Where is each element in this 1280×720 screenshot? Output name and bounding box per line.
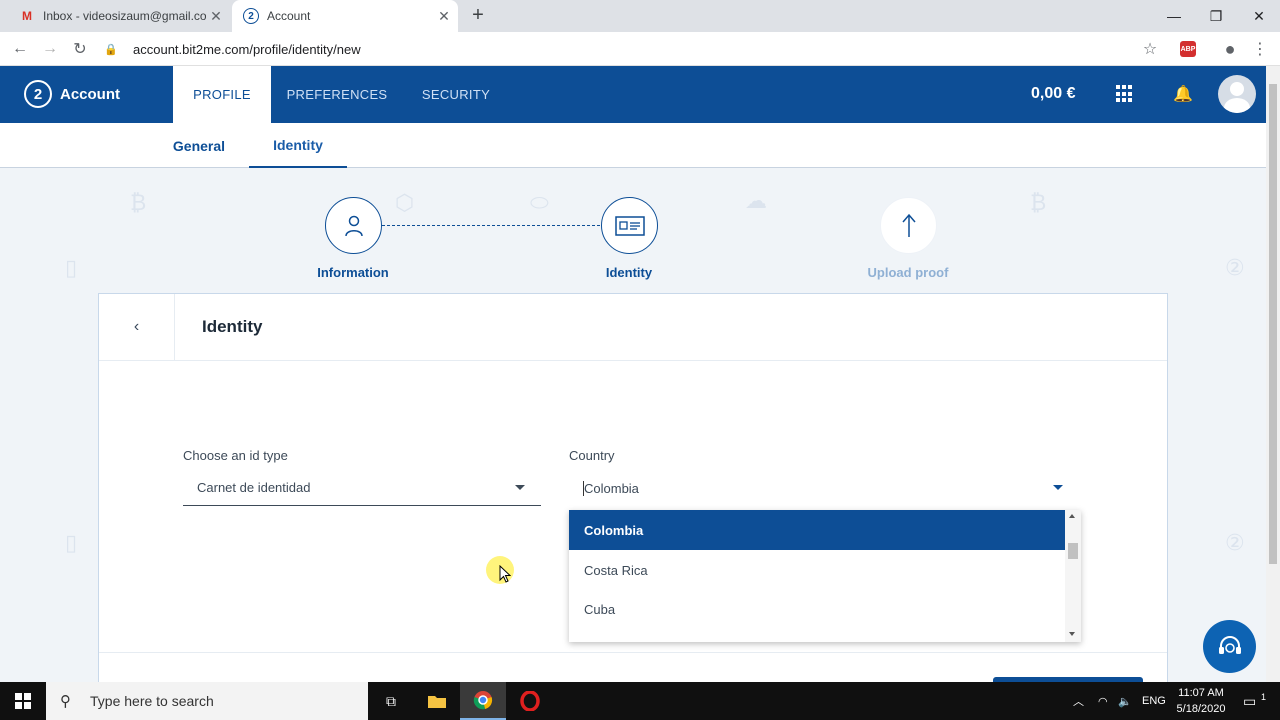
scroll-thumb[interactable] bbox=[1269, 84, 1277, 564]
profile-icon[interactable]: ● bbox=[1219, 38, 1241, 60]
coin-icon: ⬭ bbox=[530, 190, 549, 215]
tab-title: Account bbox=[267, 9, 311, 23]
cube-icon: ⬡ bbox=[395, 190, 415, 215]
country-value: Colombia bbox=[583, 480, 639, 496]
upload-arrow-icon bbox=[880, 197, 937, 254]
chrome-icon[interactable] bbox=[460, 682, 506, 720]
subtab-general[interactable]: General bbox=[160, 123, 238, 168]
url-text: account.bit2me.com/profile/identity/new bbox=[133, 41, 361, 57]
close-icon[interactable]: ✕ bbox=[434, 8, 454, 25]
card-footer-divider bbox=[99, 652, 1167, 653]
browser-toolbar: ← → ↻ 🔒 account.bit2me.com/profile/ident… bbox=[0, 32, 1280, 66]
taskbar-search[interactable]: ⚲ Type here to search bbox=[46, 682, 368, 720]
logo-icon: 2 bbox=[24, 80, 52, 108]
windows-taskbar: ⚲ Type here to search ⧉ ︿ ◠ 🔈 ENG 11:07 … bbox=[0, 682, 1280, 720]
step-label-identity: Identity bbox=[605, 265, 653, 280]
forward-arrow-icon[interactable]: → bbox=[39, 38, 61, 60]
country-label: Country bbox=[569, 448, 615, 463]
restore-icon[interactable]: ❐ bbox=[1193, 0, 1239, 32]
step-label-information: Information bbox=[317, 265, 389, 280]
bitcoin-icon: ₿ bbox=[130, 190, 147, 215]
headset-icon bbox=[1218, 635, 1241, 654]
scroll-thumb[interactable] bbox=[1068, 543, 1078, 559]
tab-preferences[interactable]: PREFERENCES bbox=[280, 66, 394, 123]
support-chat-button[interactable] bbox=[1203, 620, 1256, 673]
tab-gmail[interactable]: M Inbox - videosizaum@gmail.com ✕ bbox=[8, 0, 230, 32]
clock-time: 11:07 AM bbox=[1178, 687, 1224, 699]
new-tab-button[interactable]: + bbox=[468, 4, 488, 27]
balance[interactable]: 0,00 € bbox=[1031, 85, 1075, 103]
bitcoin-icon: ₿ bbox=[1030, 190, 1047, 215]
country-dropdown: Colombia Costa Rica Cuba bbox=[569, 510, 1081, 642]
step-label-upload-proof: Upload proof bbox=[867, 265, 949, 280]
person-icon bbox=[325, 197, 382, 254]
browser-tab-bar: M Inbox - videosizaum@gmail.com ✕ 2 Acco… bbox=[0, 0, 1280, 32]
country-select[interactable]: Colombia bbox=[569, 470, 1081, 506]
address-bar[interactable]: 🔒 account.bit2me.com/profile/identity/ne… bbox=[104, 36, 1168, 62]
back-button[interactable]: ‹ bbox=[99, 294, 175, 360]
language-indicator[interactable]: ENG bbox=[1142, 682, 1166, 720]
clock-date: 5/18/2020 bbox=[1176, 703, 1226, 715]
phone-icon: ▯ bbox=[65, 255, 78, 280]
notification-icon[interactable]: ▭ bbox=[1243, 682, 1256, 720]
id-card-icon bbox=[601, 197, 658, 254]
coin-icon: ② bbox=[1225, 255, 1245, 280]
card-title: Identity bbox=[202, 317, 263, 336]
logo[interactable]: 2 Account bbox=[24, 80, 120, 108]
tab-title: Inbox - videosizaum@gmail.com bbox=[43, 9, 206, 23]
close-icon[interactable]: ✕ bbox=[206, 8, 226, 25]
search-icon: ⚲ bbox=[60, 693, 71, 710]
search-placeholder: Type here to search bbox=[90, 693, 214, 709]
chevron-down-icon bbox=[515, 485, 525, 490]
close-window-icon[interactable]: ✕ bbox=[1236, 0, 1280, 32]
id-type-select[interactable]: Carnet de identidad bbox=[183, 470, 541, 506]
bit2me-icon: 2 bbox=[243, 8, 259, 24]
app-header: 2 Account PROFILE PREFERENCES SECURITY 0… bbox=[0, 66, 1266, 123]
step-connector bbox=[382, 225, 600, 226]
opera-icon[interactable] bbox=[507, 682, 553, 720]
coin-icon: ② bbox=[1225, 530, 1245, 555]
avatar[interactable] bbox=[1218, 75, 1256, 113]
bookmark-star-icon[interactable]: ☆ bbox=[1139, 38, 1161, 60]
minimize-icon[interactable]: — bbox=[1151, 0, 1197, 32]
notification-count: 1 bbox=[1261, 692, 1267, 702]
gmail-icon: M bbox=[22, 9, 32, 23]
back-arrow-icon[interactable]: ← bbox=[9, 38, 31, 60]
adblock-icon[interactable]: ABP bbox=[1180, 41, 1196, 57]
dropdown-option[interactable]: Costa Rica bbox=[569, 550, 1065, 590]
tab-account[interactable]: 2 Account ✕ bbox=[232, 0, 458, 32]
page-scrollbar[interactable] bbox=[1266, 66, 1280, 682]
scroll-up-icon[interactable] bbox=[1069, 514, 1075, 518]
cloud-icon: ☁ bbox=[745, 188, 767, 213]
card-header: ‹ Identity bbox=[99, 294, 1167, 361]
dropdown-option[interactable]: Cuba bbox=[569, 589, 1065, 629]
apps-grid-icon[interactable] bbox=[1116, 85, 1134, 103]
phone-icon: ▯ bbox=[65, 530, 78, 555]
reload-icon[interactable]: ↻ bbox=[69, 38, 91, 60]
scroll-down-icon[interactable] bbox=[1069, 632, 1075, 636]
id-type-value: Carnet de identidad bbox=[197, 480, 311, 495]
id-type-label: Choose an id type bbox=[183, 448, 288, 463]
menu-dots-icon[interactable]: ⋮ bbox=[1249, 38, 1271, 60]
subtab-identity[interactable]: Identity bbox=[249, 123, 347, 168]
tab-profile[interactable]: PROFILE bbox=[173, 66, 271, 123]
tray-chevron-up-icon[interactable]: ︿ bbox=[1073, 682, 1084, 720]
lock-icon: 🔒 bbox=[104, 43, 118, 56]
wifi-icon[interactable]: ◠ bbox=[1098, 682, 1108, 720]
logo-text: Account bbox=[60, 85, 120, 103]
file-explorer-icon[interactable] bbox=[414, 682, 460, 720]
chevron-down-icon bbox=[1053, 485, 1063, 490]
sub-navigation: General Identity bbox=[0, 123, 1266, 168]
dropdown-option[interactable]: Colombia bbox=[569, 510, 1065, 550]
tab-security[interactable]: SECURITY bbox=[412, 66, 500, 123]
bell-icon[interactable]: 🔔 bbox=[1173, 84, 1193, 104]
clock[interactable]: 11:07 AM 5/18/2020 bbox=[1170, 685, 1232, 717]
task-view-icon[interactable]: ⧉ bbox=[368, 682, 414, 720]
mouse-cursor-icon bbox=[499, 564, 512, 588]
dropdown-scrollbar[interactable] bbox=[1065, 510, 1081, 642]
windows-start-icon[interactable] bbox=[0, 682, 46, 720]
volume-icon[interactable]: 🔈 bbox=[1118, 682, 1132, 720]
